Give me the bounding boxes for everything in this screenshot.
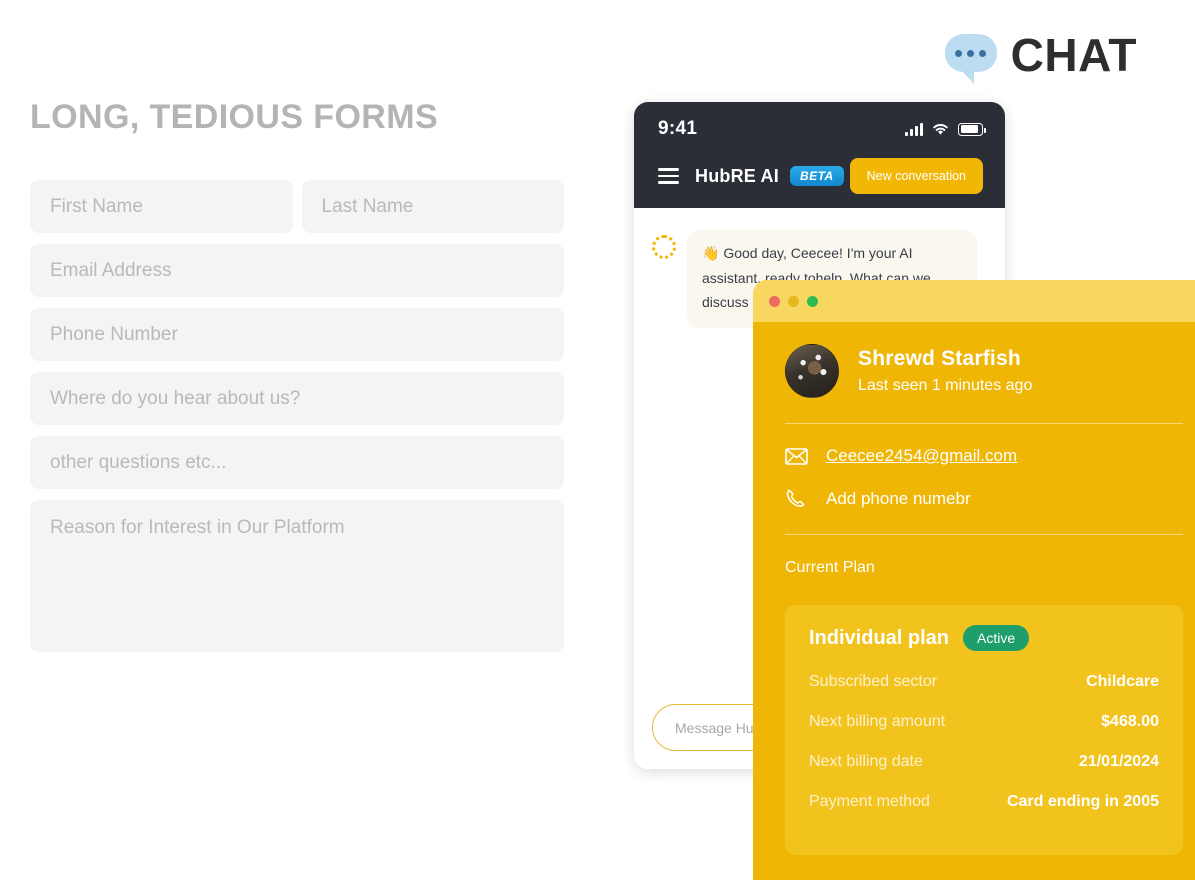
wifi-icon <box>933 123 948 135</box>
avatar <box>785 344 839 398</box>
profile-name: Shrewd Starfish <box>858 347 1021 370</box>
plan-card: Individual plan Active Subscribed sector… <box>785 605 1183 855</box>
app-name-label: HubRE AI <box>695 165 779 186</box>
referral-source-input[interactable]: Where do you hear about us? <box>30 372 564 425</box>
other-questions-input[interactable]: other questions etc... <box>30 436 564 489</box>
window-titlebar <box>753 280 1195 322</box>
plan-row-key: Subscribed sector <box>809 673 938 690</box>
current-plan-label: Current Plan <box>785 559 875 576</box>
plan-header: Individual plan Active <box>809 625 1159 651</box>
plan-row-value: Card ending in 2005 <box>1006 793 1159 810</box>
cellular-signal-icon <box>905 122 923 136</box>
last-name-input[interactable]: Last Name <box>301 180 564 233</box>
plan-row-key: Next billing amount <box>809 713 946 730</box>
plan-row-key: Next billing date <box>809 753 923 770</box>
reason-for-interest-textarea[interactable]: Reason for Interest in Our Platform <box>30 500 564 652</box>
plan-row-value: Childcare <box>1086 673 1159 690</box>
first-name-input[interactable]: First Name <box>30 180 293 233</box>
page-title: LONG, TEDIOUS FORMS <box>30 98 439 136</box>
divider <box>785 423 1183 424</box>
status-bar-icons <box>905 122 986 136</box>
phone-number-input[interactable]: Phone Number <box>30 308 564 361</box>
name-field-row: First Name Last Name <box>30 180 564 233</box>
plan-row-value: 21/01/2024 <box>1078 753 1159 770</box>
plan-row: Next billing amount $468.00 <box>809 713 1159 731</box>
battery-icon <box>958 122 986 136</box>
close-dot-icon[interactable] <box>769 295 780 307</box>
phone-row[interactable]: Add phone numebr <box>785 488 1183 509</box>
phone-header: 9:41 HubRE AI BETA New conversation <box>634 102 1005 208</box>
status-bar: 9:41 <box>658 118 986 140</box>
contact-form-panel: LONG, TEDIOUS FORMS First Name Last Name… <box>30 98 564 652</box>
loading-spinner-icon <box>652 235 676 259</box>
email-link[interactable]: Ceecee2454@gmail.com <box>826 446 1017 466</box>
chat-logo-text: CHAT <box>1010 29 1137 81</box>
divider-2 <box>785 534 1183 535</box>
plan-row: Subscribed sector Childcare <box>809 673 1159 691</box>
phone-icon <box>785 488 809 509</box>
chat-logo: CHAT <box>944 28 1137 84</box>
profile-last-seen: Last seen 1 minutes ago <box>858 377 1033 394</box>
profile-panel: Shrewd Starfish Last seen 1 minutes ago … <box>753 280 1195 880</box>
minimize-dot-icon[interactable] <box>788 295 799 307</box>
plan-name: Individual plan <box>809 626 950 649</box>
hamburger-menu-icon[interactable] <box>658 168 679 184</box>
maximize-dot-icon[interactable] <box>807 295 818 307</box>
email-row[interactable]: Ceecee2454@gmail.com <box>785 446 1183 466</box>
profile-header: Shrewd Starfish Last seen 1 minutes ago <box>785 344 1183 398</box>
plan-row: Next billing date 21/01/2024 <box>809 753 1159 771</box>
chat-bubble-icon <box>944 34 997 84</box>
envelope-icon <box>785 447 809 465</box>
plan-row: Payment method Card ending in 2005 <box>809 793 1159 811</box>
status-bar-time: 9:41 <box>658 118 698 139</box>
app-bar: HubRE AI BETA New conversation <box>658 158 983 194</box>
new-conversation-button[interactable]: New conversation <box>849 158 983 194</box>
plan-row-key: Payment method <box>809 793 930 810</box>
plan-row-value: $468.00 <box>1101 713 1159 730</box>
beta-badge: BETA <box>789 166 844 186</box>
status-badge: Active <box>963 625 1030 651</box>
email-address-input[interactable]: Email Address <box>30 244 564 297</box>
add-phone-link[interactable]: Add phone numebr <box>826 489 971 509</box>
